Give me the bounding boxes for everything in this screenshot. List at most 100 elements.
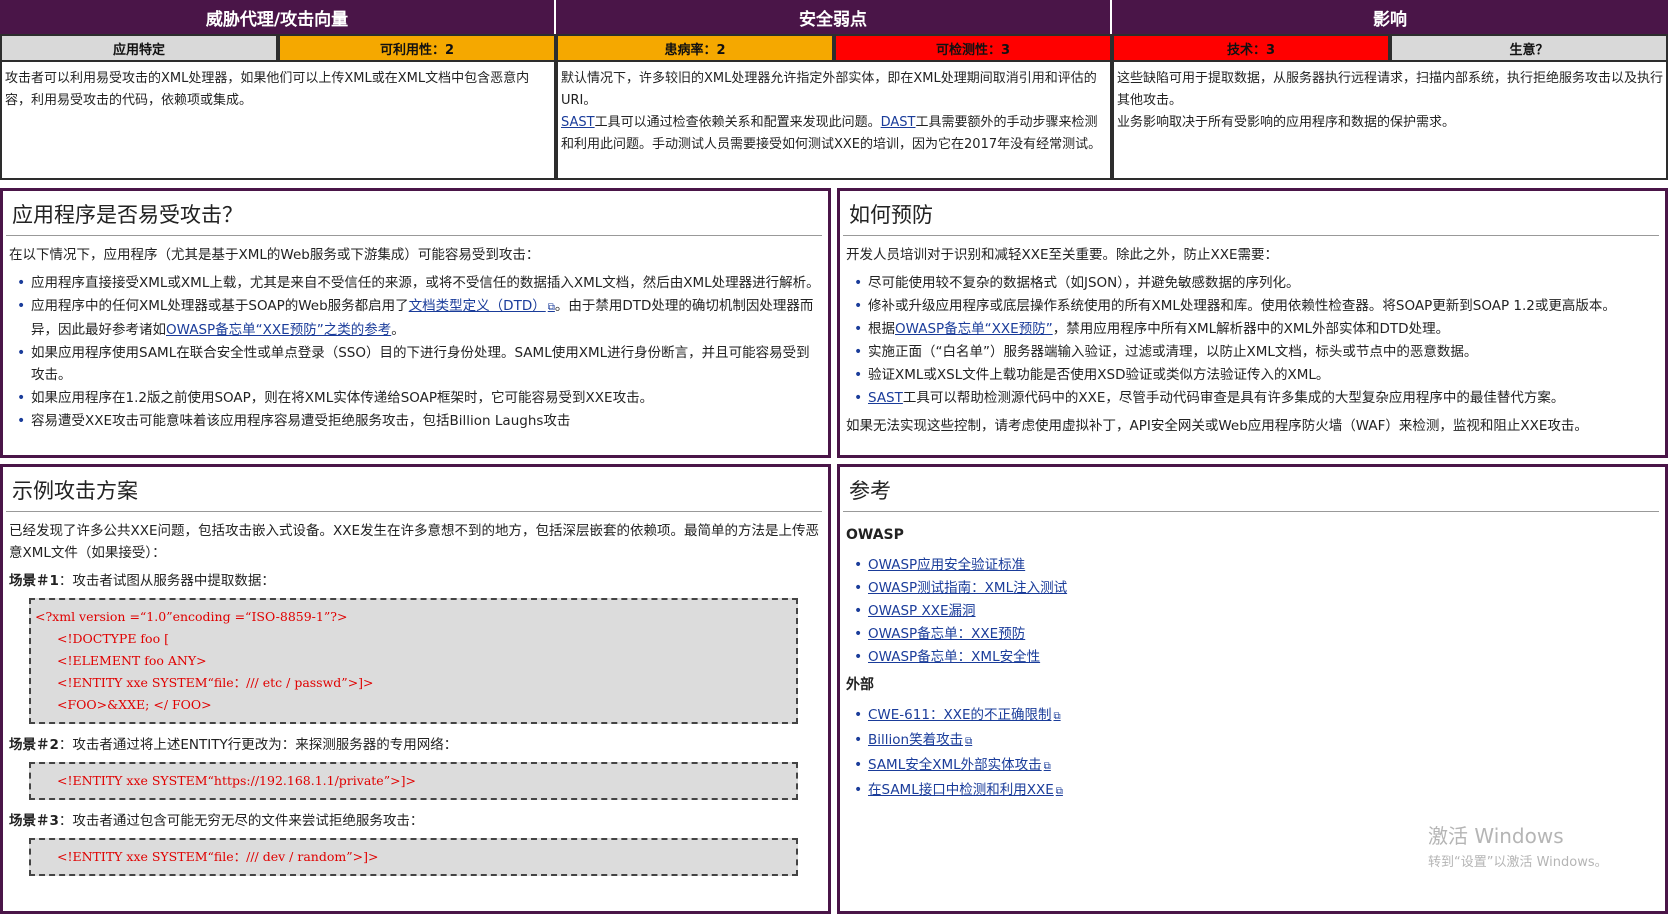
- list-item: 在SAML接口中检测和利用XXE⧉: [846, 779, 1659, 803]
- owasp-xxe-prevention-link[interactable]: OWASP备忘单“XXE预防”之类的参考: [166, 322, 391, 338]
- code-line: <!DOCTYPE foo [: [57, 631, 169, 646]
- example-panel: 示例攻击方案 已经发现了许多公共XXE问题，包括攻击嵌入式设备。XXE发生在许多…: [0, 464, 831, 914]
- billion-laughs-link[interactable]: Billion笑着攻击 ⧉: [868, 732, 972, 748]
- scenario-1-label: 场景＃1: [9, 573, 59, 589]
- app-specific-cell: 应用特定: [0, 34, 278, 62]
- prevent-intro: 开发人员培训对于识别和减轻XXE至关重要。除此之外，防止XXE需要：: [846, 247, 1279, 263]
- cwe-611-link[interactable]: CWE-611：XXE的不正确限制 ⧉: [868, 707, 1061, 723]
- list-item-text: 。: [391, 322, 405, 338]
- scenario-3-label: 场景＃3: [9, 813, 59, 829]
- external-ref-list: CWE-611：XXE的不正确限制⧉ Billion笑着攻击⧉ SAML安全XM…: [846, 704, 1659, 803]
- owasp-ref-list: OWASP应用安全验证标准 OWASP测试指南：XML注入测试 OWASP XX…: [846, 554, 1659, 668]
- code-block-3: <!ENTITY xxe SYSTEM“file：/// dev / rando…: [29, 838, 798, 876]
- list-item: Billion笑着攻击⧉: [846, 729, 1659, 753]
- external-link-icon: ⧉: [1053, 711, 1061, 722]
- weakness-description: 默认情况下，许多较旧的XML处理器允许指定外部实体，即在XML处理期间取消引用和…: [556, 62, 1112, 180]
- cwe-611-label: CWE-611：XXE的不正确限制: [868, 707, 1052, 723]
- impact-description: 这些缺陷可用于提取数据，从服务器执行远程请求，扫描内部系统，执行拒绝服务攻击以及…: [1112, 62, 1668, 180]
- watermark-line-1: 激活 Windows: [1428, 824, 1564, 848]
- impacts-header: 影响: [1112, 0, 1668, 34]
- code-line: <FOO>&XXE; </ FOO>: [57, 697, 212, 712]
- scenario-1: 场景＃1：攻击者试图从服务器中提取数据：: [9, 570, 822, 592]
- dast-link[interactable]: DAST: [881, 115, 916, 130]
- code-line: <?xml version =“1.0”encoding =“ISO-8859-…: [35, 609, 348, 624]
- threat-description-text: 攻击者可以利用易受攻击的XML处理器，如果他们可以上传XML或在XML文档中包含…: [5, 71, 530, 108]
- external-link-icon: ⧉: [547, 302, 555, 313]
- owasp-xxe-prevention-link[interactable]: OWASP备忘单：XXE预防: [868, 626, 1025, 642]
- billion-laughs-label: Billion笑着攻击: [868, 732, 964, 748]
- prevent-title: 如何预防: [843, 191, 1659, 236]
- list-item-text: 工具可以帮助检测源代码中的XXE，尽管手动代码审查是具有许多集成的大型复杂应用程…: [902, 390, 1565, 406]
- weakness-text-2: 工具可以通过检查依赖关系和配置来发现此问题。: [594, 115, 881, 130]
- external-heading: 外部: [846, 677, 874, 693]
- exploitability-cell: 可利用性：2: [278, 34, 556, 62]
- list-item-text: 应用程序中的任何XML处理器或基于SOAP的Web服务都启用了: [31, 298, 409, 314]
- threat-agents-header: 威胁代理/攻击向量: [0, 0, 556, 34]
- scenario-3-text: ：攻击者通过包含可能无穷无尽的文件来尝试拒绝服务攻击：: [58, 813, 424, 829]
- owasp-testing-guide-link[interactable]: OWASP测试指南：XML注入测试: [868, 580, 1067, 596]
- list-item: OWASP XXE漏洞: [846, 600, 1659, 622]
- list-item: 实施正面（“白名单”）服务器端输入验证，过滤或清理，以防止XML文档，标头或节点…: [846, 341, 1659, 363]
- list-item: 应用程序直接接受XML或XML上载，尤其是来自不受信任的来源，或将不受信任的数据…: [9, 272, 822, 294]
- list-item: OWASP备忘单：XXE预防: [846, 623, 1659, 645]
- scenario-1-text: ：攻击者试图从服务器中提取数据：: [58, 573, 275, 589]
- vulnerable-intro: 在以下情况下，应用程序（尤其是基于XML的Web服务或下游集成）可能容易受到攻击…: [9, 247, 540, 263]
- impact-text-1: 这些缺陷可用于提取数据，从服务器执行远程请求，扫描内部系统，执行拒绝服务攻击以及…: [1117, 71, 1664, 108]
- owasp-cheatsheet-link[interactable]: OWASP备忘单“XXE预防”: [895, 321, 1053, 337]
- list-item-text: 根据: [868, 321, 895, 337]
- list-item: OWASP备忘单：XML安全性: [846, 646, 1659, 668]
- vulnerable-list: 应用程序直接接受XML或XML上载，尤其是来自不受信任的来源，或将不受信任的数据…: [9, 272, 822, 432]
- threat-description: 攻击者可以利用易受攻击的XML处理器，如果他们可以上传XML或在XML文档中包含…: [0, 62, 556, 180]
- list-item: 尽可能使用较不复杂的数据格式（如JSON），并避免敏感数据的序列化。: [846, 272, 1659, 294]
- owasp-heading: OWASP: [846, 527, 904, 543]
- code-block-2: <!ENTITY xxe SYSTEM“https://192.168.1.1/…: [29, 762, 798, 800]
- saml-detect-link[interactable]: 在SAML接口中检测和利用XXE ⧉: [868, 782, 1063, 798]
- references-title: 参考: [843, 467, 1659, 512]
- vulnerable-title: 应用程序是否易受攻击？: [6, 191, 822, 236]
- prevent-list: 尽可能使用较不复杂的数据格式（如JSON），并避免敏感数据的序列化。 修补或升级…: [846, 272, 1659, 409]
- list-item: OWASP测试指南：XML注入测试: [846, 577, 1659, 599]
- owasp-asvs-link[interactable]: OWASP应用安全验证标准: [868, 557, 1025, 573]
- external-link-icon: ⧉: [1043, 761, 1051, 772]
- list-item: 如果应用程序在1.2版之前使用SOAP，则在将XML实体传递给SOAP框架时，它…: [9, 387, 822, 409]
- code-block-1: <?xml version =“1.0”encoding =“ISO-8859-…: [29, 598, 798, 724]
- list-item: 验证XML或XSL文件上载功能是否使用XSD验证或类似方法验证传入的XML。: [846, 364, 1659, 386]
- technical-impact-cell: 技术：3: [1112, 34, 1390, 62]
- dtd-link-label: 文档类型定义（DTD）: [408, 298, 546, 314]
- code-line: <!ENTITY xxe SYSTEM“file：/// dev / rando…: [57, 849, 379, 864]
- prevent-panel: 如何预防 开发人员培训对于识别和减轻XXE至关重要。除此之外，防止XXE需要： …: [837, 188, 1668, 458]
- external-link-icon: ⧉: [965, 736, 973, 747]
- list-item: SAML安全XML外部实体攻击⧉: [846, 754, 1659, 778]
- list-item: CWE-611：XXE的不正确限制⧉: [846, 704, 1659, 728]
- example-title: 示例攻击方案: [6, 467, 822, 512]
- list-item: 根据OWASP备忘单“XXE预防”，禁用应用程序中所有XML解析器中的XML外部…: [846, 318, 1659, 340]
- saml-xxe-link[interactable]: SAML安全XML外部实体攻击 ⧉: [868, 757, 1051, 773]
- owasp-xml-security-link[interactable]: OWASP备忘单：XML安全性: [868, 649, 1040, 665]
- sast-link[interactable]: SAST: [561, 115, 595, 130]
- watermark-line-2: 转到“设置”以激活 Windows。: [1428, 855, 1608, 870]
- owasp-xxe-vuln-link[interactable]: OWASP XXE漏洞: [868, 603, 976, 619]
- prevent-outro: 如果无法实现这些控制，请考虑使用虚拟补丁，API安全网关或Web应用程序防火墙（…: [846, 418, 1588, 434]
- business-impact-cell: 生意？: [1390, 34, 1668, 62]
- list-item: 如果应用程序使用SAML在联合安全性或单点登录（SSO）目的下进行身份处理。SA…: [9, 342, 822, 386]
- impact-text-2: 业务影响取决于所有受影响的应用程序和数据的保护需求。: [1117, 115, 1456, 130]
- risk-table: 威胁代理/攻击向量 安全弱点 影响 应用特定 可利用性：2 患病率：2 可检测性…: [0, 0, 1668, 180]
- list-item: 应用程序中的任何XML处理器或基于SOAP的Web服务都启用了文档类型定义（DT…: [9, 295, 822, 341]
- saml-detect-label: 在SAML接口中检测和利用XXE: [868, 782, 1054, 798]
- prevalence-cell: 患病率：2: [556, 34, 834, 62]
- code-line: <!ENTITY xxe SYSTEM“https://192.168.1.1/…: [57, 773, 416, 788]
- windows-activation-watermark: 激活 Windows 转到“设置”以激活 Windows。: [1428, 820, 1608, 870]
- external-link-icon: ⧉: [1055, 786, 1063, 797]
- sast-link[interactable]: SAST: [868, 390, 903, 406]
- list-item: 容易遭受XXE攻击可能意味着该应用程序容易遭受拒绝服务攻击，包括Billion …: [9, 410, 822, 432]
- saml-xxe-label: SAML安全XML外部实体攻击: [868, 757, 1042, 773]
- example-intro: 已经发现了许多公共XXE问题，包括攻击嵌入式设备。XXE发生在许多意想不到的地方…: [9, 523, 820, 561]
- detectability-cell: 可检测性：3: [834, 34, 1112, 62]
- list-item: OWASP应用安全验证标准: [846, 554, 1659, 576]
- list-item: 修补或升级应用程序或底层操作系统使用的所有XML处理器和库。使用依赖性检查器。将…: [846, 295, 1659, 317]
- weakness-text-1: 默认情况下，许多较旧的XML处理器允许指定外部实体，即在XML处理期间取消引用和…: [561, 71, 1097, 108]
- list-item-text: ，禁用应用程序中所有XML解析器中的XML外部实体和DTD处理。: [1052, 321, 1450, 337]
- scenario-2: 场景＃2：攻击者通过将上述ENTITY行更改为：来探测服务器的专用网络：: [9, 734, 822, 756]
- dtd-link[interactable]: 文档类型定义（DTD） ⧉: [409, 298, 555, 314]
- code-line: <!ENTITY xxe SYSTEM“file：/// etc / passw…: [57, 675, 374, 690]
